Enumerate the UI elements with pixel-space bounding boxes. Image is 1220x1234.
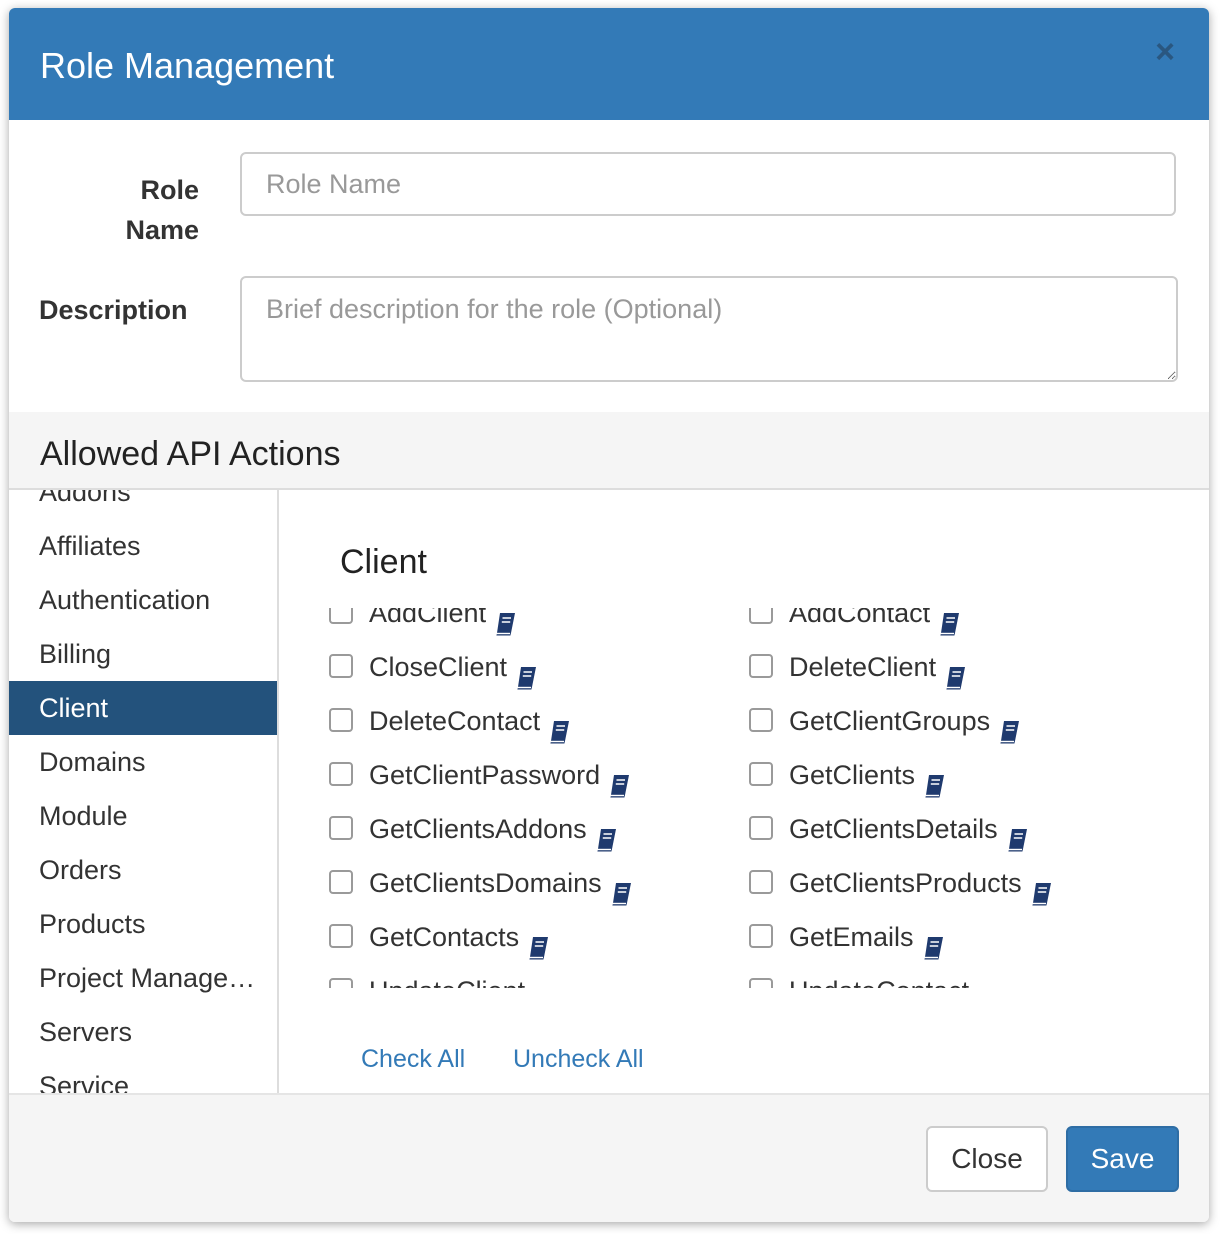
api-action-deletecontact[interactable]: DeleteContact [329,694,570,748]
action-label: GetClientsDomains [369,868,602,898]
action-label: DeleteClient [789,652,937,682]
action-checkbox[interactable] [329,608,353,624]
action-label: GetClientsDetails [789,814,998,844]
book-icon[interactable] [938,608,960,636]
api-action-addclient[interactable]: AddClient [329,608,516,640]
action-label: GetClientsAddons [369,814,587,844]
api-action-getclientsaddons[interactable]: GetClientsAddons [329,802,617,856]
action-checkbox[interactable] [749,815,773,840]
save-button[interactable]: Save [1066,1126,1179,1192]
category-title: Client [340,543,427,581]
action-checkbox[interactable] [329,869,353,894]
close-icon[interactable]: × [1151,35,1179,69]
action-checkbox[interactable] [749,761,773,786]
api-action-getclientsdetails[interactable]: GetClientsDetails [749,802,1028,856]
book-icon[interactable] [998,708,1020,744]
action-label: UpdateClient [369,976,525,988]
book-icon[interactable] [515,654,537,690]
action-label: GetEmails [789,922,914,952]
uncheck-all-link[interactable]: Uncheck All [513,1042,644,1076]
action-checkbox[interactable] [749,977,773,988]
action-label: DeleteContact [369,706,541,736]
sidebar-item-project-management[interactable]: Project Management [9,951,277,1005]
modal-title: Role Management [40,45,335,86]
api-action-updatecontact[interactable]: UpdateContact [749,964,999,988]
description-textarea[interactable] [240,276,1178,382]
book-icon[interactable] [533,978,555,988]
close-button[interactable]: Close [926,1126,1048,1192]
api-action-getcontacts[interactable]: GetContacts [329,910,549,964]
action-label: CloseClient [369,652,508,682]
sidebar-item-service[interactable]: Service [9,1059,277,1093]
book-icon[interactable] [494,608,516,636]
sidebar-item-addons[interactable]: Addons [9,490,277,519]
book-icon[interactable] [610,870,632,906]
api-category-sidebar[interactable]: Addons Affiliates Authentication Billing Cli… [9,490,279,1093]
api-action-getclientsdomains[interactable]: GetClientsDomains [329,856,632,910]
book-icon[interactable] [923,762,945,798]
action-checkbox[interactable] [749,869,773,894]
action-label: GetClientsProducts [789,868,1022,898]
book-icon[interactable] [548,708,570,744]
role-name-label: Role Name [125,175,199,245]
sidebar-item-servers[interactable]: Servers [9,1005,277,1059]
action-label: GetClientGroups [789,706,991,736]
sidebar-item-orders[interactable]: Orders [9,843,277,897]
modal-header: Role Management × [9,8,1209,120]
book-icon[interactable] [944,654,966,690]
sidebar-item-client[interactable]: Client [9,681,277,735]
sidebar-item-billing[interactable]: Billing [9,627,277,681]
action-label: GetClientPassword [369,760,601,790]
action-checkbox[interactable] [749,923,773,948]
allowed-api-actions-header: Allowed API Actions [9,412,1209,490]
action-checkbox[interactable] [329,923,353,948]
role-name-input[interactable] [240,152,1176,216]
book-icon[interactable] [527,924,549,960]
sidebar-item-authentication[interactable]: Authentication [9,573,277,627]
book-icon[interactable] [1030,870,1052,906]
action-checkbox[interactable] [749,653,773,678]
description-label: Description [39,295,188,325]
action-checkbox[interactable] [329,653,353,678]
api-action-getclients[interactable]: GetClients [749,748,945,802]
action-label: AddContact [789,608,931,628]
check-all-link[interactable]: Check All [361,1042,465,1076]
action-checkbox[interactable] [329,815,353,840]
role-management-modal: Role Management × Role Name Description … [9,8,1209,1222]
api-action-getclientgroups[interactable]: GetClientGroups [749,694,1020,748]
modal-footer: Close Save [9,1093,1209,1222]
book-icon[interactable] [922,924,944,960]
book-icon[interactable] [1006,816,1028,852]
action-label: UpdateContact [789,976,969,988]
sidebar-item-domains[interactable]: Domains [9,735,277,789]
action-checkbox[interactable] [329,707,353,732]
api-action-addcontact[interactable]: AddContact [749,608,960,640]
api-action-getemails[interactable]: GetEmails [749,910,944,964]
action-checkbox[interactable] [329,761,353,786]
section-title: Allowed API Actions [40,435,341,473]
action-checkbox[interactable] [749,707,773,732]
book-icon[interactable] [608,762,630,798]
sidebar-item-products[interactable]: Products [9,897,277,951]
sidebar-item-module[interactable]: Module [9,789,277,843]
action-label: GetClients [789,760,916,790]
api-action-getclientpassword[interactable]: GetClientPassword [329,748,630,802]
action-label: AddClient [369,608,487,628]
api-action-closeclient[interactable]: CloseClient [329,640,537,694]
action-checkbox[interactable] [329,977,353,988]
book-icon[interactable] [595,816,617,852]
api-action-deleteclient[interactable]: DeleteClient [749,640,966,694]
sidebar-item-affiliates[interactable]: Affiliates [9,519,277,573]
action-checkbox[interactable] [749,608,773,624]
api-actions-list[interactable]: AddClient AddContact CloseClient DeleteClie… [329,608,1189,988]
api-action-getclientsproducts[interactable]: GetClientsProducts [749,856,1052,910]
action-label: GetContacts [369,922,520,952]
api-action-updateclient[interactable]: UpdateClient [329,964,555,988]
book-icon[interactable] [977,978,999,988]
